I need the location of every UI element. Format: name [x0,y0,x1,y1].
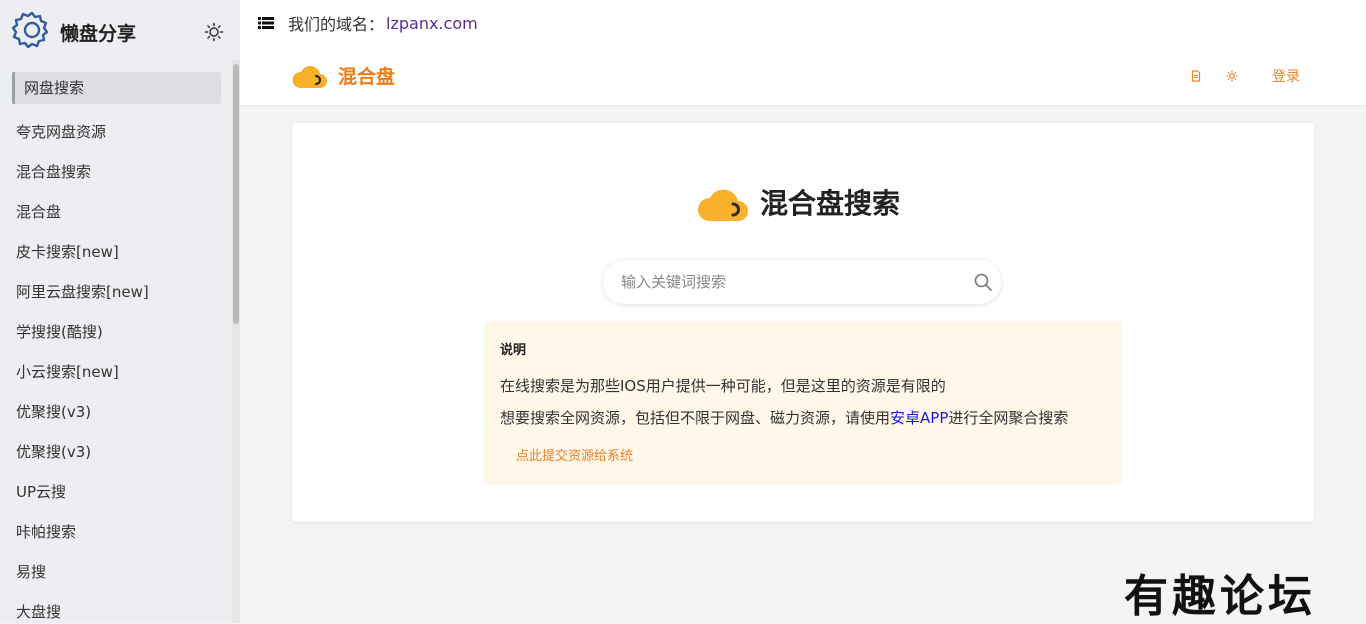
header-logo[interactable]: 混合盘 [292,60,395,90]
brand-title: 懒盘分享 [60,22,137,45]
sidebar-item-youjusou-1[interactable]: 优聚搜(v3) [0,392,232,432]
brand[interactable]: 懒盘分享 [11,10,137,54]
sidebar-item-xuesousou[interactable]: 学搜搜(酷搜) [0,312,232,352]
login-link[interactable]: 登录 [1272,66,1300,86]
sidebar-item-yisou[interactable]: 易搜 [0,552,232,592]
sidebar-item-kapa[interactable]: 咔帕搜索 [0,512,232,552]
header-actions: 登录 [1190,66,1300,86]
sidebar-item-youjusou-2[interactable]: 优聚搜(v3) [0,432,232,472]
sidebar-scrollbar-thumb[interactable] [233,64,239,324]
sidebar-item-quark[interactable]: 夸克网盘资源 [0,112,232,152]
domain-prefix: 我们的域名： [288,15,385,34]
sidebar-item-mixed[interactable]: 混合盘 [0,192,232,232]
sidebar-item-mixed-search[interactable]: 混合盘搜索 [0,152,232,192]
sidebar-item-netdisk-search[interactable]: 网盘搜索 [12,72,221,104]
title-row: 混合盘搜索 [698,181,900,223]
domain-link[interactable]: lzpanx.com [386,14,478,33]
sidebar-item-pika[interactable]: 皮卡搜索[new] [0,232,232,272]
notice-line-2: 想要搜索全网资源，包括但不限于网盘、磁力资源，请使用安卓APP进行全网聚合搜索 [500,407,1068,428]
gear-logo-icon [11,10,52,54]
submit-resource-link[interactable]: 点此提交资源给系统 [516,445,633,464]
sidebar-item-xiaoyun[interactable]: 小云搜索[new] [0,352,232,392]
search-input[interactable] [619,272,963,292]
page-title: 混合盘搜索 [760,187,901,220]
notice-line-2-suffix: 进行全网聚合搜索 [948,409,1069,427]
cloud-logo-icon [698,189,748,221]
sidebar: 懒盘分享 网盘搜索 夸克网盘资源 混合盘搜索 混合盘 皮卡搜索[new] 阿里云… [0,0,240,623]
document-icon[interactable] [1190,70,1202,82]
sun-icon [204,22,224,42]
android-app-link[interactable]: 安卓APP [890,409,948,427]
notice-line-1: 在线搜索是为那些IOS用户提供一种可能，但是这里的资源是有限的 [500,377,946,395]
notice-line-2-prefix: 想要搜索全网资源，包括但不限于网盘、磁力资源，请使用 [500,409,891,427]
sidebar-item-dapansou[interactable]: 大盘搜 [0,592,232,623]
notice-title: 说明 [500,343,527,358]
domain-line: 我们的域名： lzpanx.com [258,12,478,34]
sun-theme-icon[interactable] [1226,70,1238,82]
search-box [603,260,1001,304]
list-icon[interactable] [258,16,274,30]
cloud-logo-icon [292,65,327,88]
sidebar-nav: 网盘搜索 夸克网盘资源 混合盘搜索 混合盘 皮卡搜索[new] 阿里云盘搜索[n… [0,72,232,623]
watermark: 有趣论坛 [1124,571,1316,622]
sidebar-item-upyun[interactable]: UP云搜 [0,472,232,512]
search-card: 混合盘搜索 说明 在线搜索是为那些IOS用户提供一种可能，但是这里的资源是有限的… [292,123,1314,522]
notice-box: 说明 在线搜索是为那些IOS用户提供一种可能，但是这里的资源是有限的 想要搜索全… [484,321,1122,485]
search-icon[interactable] [973,272,993,292]
top-header: 我们的域名： lzpanx.com 混合盘 登录 [240,0,1366,106]
theme-toggle-button[interactable] [204,22,224,42]
header-logo-text: 混合盘 [338,65,396,88]
sidebar-item-aliyun[interactable]: 阿里云盘搜索[new] [0,272,232,312]
